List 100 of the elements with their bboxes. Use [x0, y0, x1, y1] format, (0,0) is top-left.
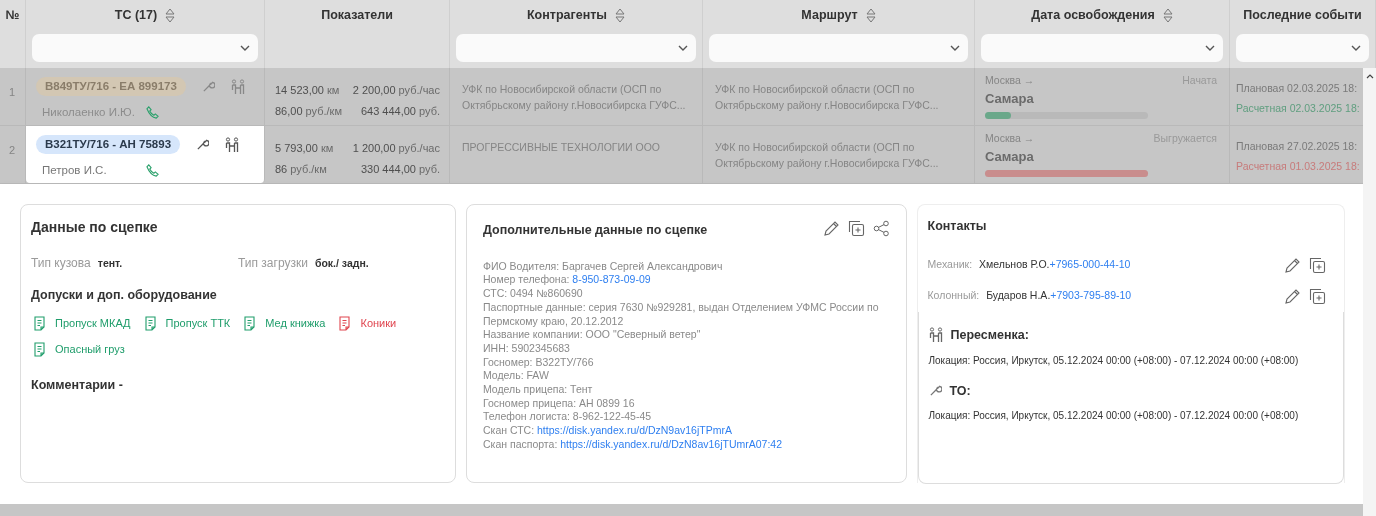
copy-button[interactable]: [1309, 287, 1326, 305]
field-value: бок./ задн.: [314, 257, 369, 269]
wrench-icon: [201, 80, 215, 94]
metric-value: 86 руб./км: [275, 161, 327, 177]
share-button[interactable]: [872, 219, 890, 237]
column-header: Дата освобождения: [1031, 7, 1155, 24]
metric-value: 14 523,00 км: [275, 83, 340, 98]
info-line: СТС: 0494 №860690: [483, 287, 584, 301]
document-icon: [244, 315, 258, 331]
comments-text: Комментарии -: [31, 376, 123, 394]
phone-icon[interactable]: [146, 106, 159, 120]
event-line: Плановая 27.02.2025 18:: [1236, 140, 1358, 152]
driver-name: Петров И.С.: [42, 163, 108, 179]
vehicle-cell[interactable]: В849ТУ/716 - ЕА 899173 Николаенко И.Ю.: [26, 68, 265, 125]
sort-icon[interactable]: [1162, 7, 1173, 23]
phone-link[interactable]: +7903-795-89-10: [1050, 289, 1132, 302]
row-number: 2: [9, 144, 16, 156]
document-icon: [34, 315, 47, 331]
phone-link[interactable]: +7965-000-44-10: [1049, 258, 1131, 271]
info-line: Телефон логиста: 8-962-122-45-45: [483, 410, 653, 425]
card-title: Дополнительные данные по сцепке: [483, 222, 708, 239]
info-line: ИНН: 5902345683: [483, 341, 571, 356]
info-line: Название компании: ООО "Северный ветер": [483, 328, 702, 342]
info-line: Паспортные данные: серия 7630 №929281, выдан Отделением УФМС России по Пермскому краю, 20.12.2012: [483, 300, 880, 329]
plate-badge: В849ТУ/716 - ЕА 899173: [36, 77, 186, 97]
contact-role: Колонный:: [927, 289, 980, 302]
event-text: Локация: Россия, Иркутск, 05.12.2024 00:00 (+08:00) - 07.12.2024 00:00 (+08:00): [928, 409, 1299, 424]
card-title: Контакты: [927, 218, 987, 235]
wrench-icon: [196, 138, 210, 152]
scrollbar[interactable]: [1363, 68, 1376, 516]
chevron-down-icon: [240, 44, 250, 51]
event-line: Плановая 02.03.2025 18:: [1236, 82, 1358, 94]
scroll-up-icon[interactable]: [1365, 74, 1374, 79]
vehicle-cell[interactable]: В321ТУ/716 - АН 75893 Петров И.С.: [26, 126, 265, 183]
document-icon: [339, 315, 353, 331]
permit-label: Коники: [360, 315, 397, 331]
contact-role: Механик:: [927, 258, 973, 271]
edit-button[interactable]: [1284, 287, 1301, 305]
metric-value: 1 200,00 руб./час: [352, 141, 440, 156]
metric-value: 643 444,00 руб.: [360, 103, 440, 119]
row-number: 1: [9, 86, 16, 98]
people-icon: [928, 327, 943, 344]
column-header: Показатели: [321, 7, 393, 24]
column-header: Последние событи: [1243, 7, 1362, 24]
permit-label: Пропуск МКАД: [55, 315, 131, 331]
phone-icon[interactable]: [146, 164, 159, 178]
sort-icon[interactable]: [615, 7, 625, 23]
event-text: Локация: Россия, Иркутск, 05.12.2024 00:00 (+08:00) - 07.12.2024 00:00 (+08:00): [928, 353, 1299, 368]
metric-value: 2 200,00 руб./час: [352, 83, 440, 98]
metric-value: 5 793,00 км: [275, 141, 334, 156]
chevron-down-icon: [950, 44, 960, 51]
info-line: Госномер прицепа: АН 0899 16: [483, 396, 636, 411]
sort-icon[interactable]: [165, 7, 176, 23]
sort-icon[interactable]: [865, 7, 876, 23]
card-title: Данные по сцепке: [31, 218, 158, 237]
info-line: Номер телефона: 8-950-873-09-09: [483, 273, 652, 288]
event-title: Пересменка:: [950, 326, 1029, 344]
route-text: УФК по Новосибирской области (ОСП по Октябрьскому району г.Новосибирска ГУФС...: [715, 141, 939, 169]
info-link[interactable]: https://disk.yandex.ru/d/DzN8av16jTUmrA07:42: [560, 437, 783, 450]
origin-city: Москва →: [985, 73, 1035, 88]
wrench-icon: [928, 384, 942, 398]
copy-button[interactable]: [1309, 256, 1326, 274]
chevron-down-icon: [678, 44, 688, 51]
plate-badge: В321ТУ/716 - АН 75893: [36, 135, 181, 155]
document-icon: [34, 342, 47, 357]
route-text: УФК по Новосибирской области (ОСП по Октябрьскому району г.Новосибирска ГУФС...: [715, 83, 939, 111]
edit-button[interactable]: [1284, 256, 1301, 274]
permit-label: Пропуск ТТК: [165, 315, 231, 331]
metric-value: 330 444,00 руб.: [360, 161, 440, 177]
destination-city: Самара: [985, 89, 1034, 108]
counterparty-text: ПРОГРЕССИВНЫЕ ТЕХНОЛОГИИ ООО: [462, 141, 660, 153]
field-label: Тип кузова: [31, 256, 91, 270]
info-link[interactable]: 8-950-873-09-09: [572, 273, 651, 286]
event-title: ТО:: [949, 382, 971, 400]
driver-name: Николаенко И.Ю.: [42, 105, 136, 121]
copy-button[interactable]: [847, 219, 865, 237]
info-line: Скан паспорта: https://disk.yandex.ru/d/DzN8av16jTUmrA07:42: [483, 437, 784, 452]
destination-city: Самара: [985, 147, 1034, 166]
chevron-down-icon: [1351, 44, 1361, 51]
info-line: Госномер: В322ТУ/766: [483, 355, 595, 370]
document-icon: [144, 315, 158, 331]
counterparty-text: УФК по Новосибирской области (ОСП по Октябрьскому району г.Новосибирска ГУФС...: [462, 83, 686, 111]
edit-button[interactable]: [822, 219, 840, 237]
info-line: Модель прицепа: Тент: [483, 383, 594, 397]
column-header: №: [5, 7, 20, 24]
people-icon: [225, 136, 240, 153]
info-link[interactable]: https://disk.yandex.ru/d/DzN9av16jTPmrA: [537, 424, 732, 437]
info-line: Скан СТС: https://disk.yandex.ru/d/DzN9av16jTPmrA: [483, 424, 733, 438]
people-icon: [230, 78, 245, 95]
section-title: Допуски и доп. оборудование: [31, 287, 217, 304]
info-line: Модель: FAW: [483, 369, 550, 384]
field-label: Тип загрузки: [238, 256, 308, 270]
column-header: Контрагенты: [527, 7, 607, 24]
permit-label: Мед книжка: [265, 315, 326, 331]
field-value: тент.: [97, 257, 123, 269]
metric-value: 86,00 руб./км: [275, 103, 342, 119]
permit-label: Опасный груз: [55, 342, 125, 358]
column-header: Маршрут: [801, 7, 858, 24]
info-line: ФИО Водителя: Баргачев Сергей Александрович: [483, 259, 724, 274]
event-line: Расчетная 02.03.2025 18:: [1236, 101, 1360, 114]
